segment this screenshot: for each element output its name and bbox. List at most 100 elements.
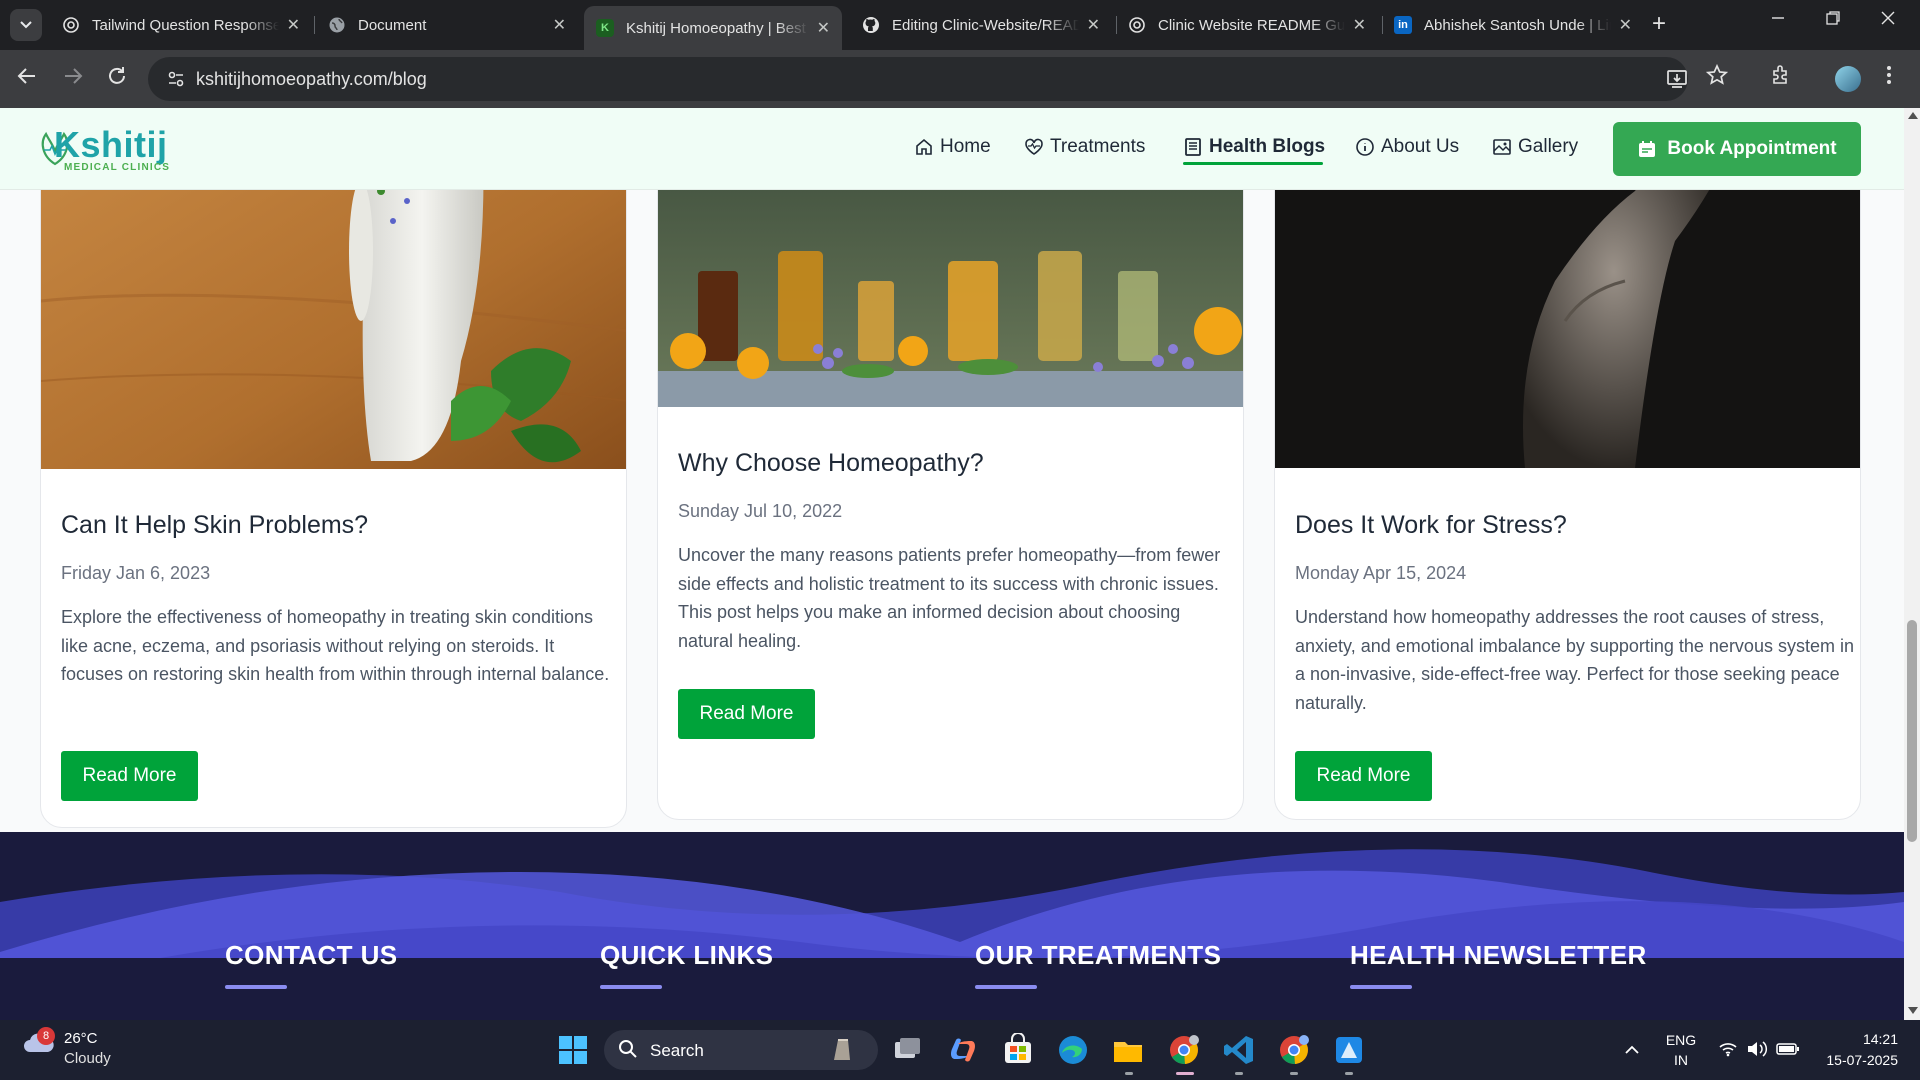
volume-icon[interactable]	[1746, 1040, 1768, 1058]
minimize-window-icon[interactable]	[1770, 10, 1786, 31]
search-highlight-icon	[834, 1039, 850, 1060]
copilot-icon[interactable]	[946, 1033, 980, 1067]
tab-label: Abhishek Santosh Unde | LinkedIn	[1424, 16, 1611, 34]
search-icon	[619, 1040, 637, 1058]
close-tab-icon[interactable]: ✕	[287, 15, 300, 35]
logo-subtitle: MEDICAL CLINICS	[64, 162, 171, 173]
running-indicator	[1290, 1072, 1298, 1075]
footer-heading: QUICK LINKS	[600, 940, 774, 970]
nav-about-us[interactable]: About Us	[1355, 136, 1459, 158]
chatgpt-icon	[62, 16, 80, 34]
chrome-profile-icon[interactable]	[1277, 1033, 1311, 1067]
footer-contact-us: CONTACT US	[225, 940, 398, 989]
chatgpt-icon	[1128, 16, 1146, 34]
close-tab-icon[interactable]: ✕	[1353, 15, 1366, 35]
blog-card-excerpt: Understand how homeopathy addresses the …	[1295, 607, 1854, 713]
close-tab-icon[interactable]: ✕	[1619, 15, 1632, 35]
microsoft-store-icon[interactable]	[1001, 1033, 1035, 1067]
footer-heading-underline	[225, 985, 287, 989]
weather-description[interactable]: Cloudy	[64, 1050, 111, 1067]
book-appointment-button[interactable]: Book Appointment	[1613, 122, 1861, 176]
forward-button[interactable]	[62, 65, 84, 93]
restore-window-icon[interactable]	[1825, 10, 1841, 31]
tab-clinic-readme-guide[interactable]: Clinic Website README Guide ✕	[1116, 6, 1378, 44]
show-hidden-icons-chevron-icon[interactable]	[1624, 1043, 1640, 1055]
language-indicator-bottom[interactable]: IN	[1665, 1052, 1697, 1068]
close-tab-icon[interactable]: ✕	[1087, 15, 1100, 35]
tab-github-readme[interactable]: Editing Clinic-Website/README ✕	[850, 6, 1112, 44]
app-icon[interactable]	[1332, 1033, 1366, 1067]
nav-label: Gallery	[1518, 136, 1579, 157]
reload-icon	[109, 67, 125, 84]
blog-card-stress: Does It Work for Stress? Monday Apr 15, …	[1274, 108, 1861, 820]
running-indicator	[1125, 1072, 1133, 1075]
wifi-icon[interactable]	[1718, 1041, 1738, 1057]
blog-card-title[interactable]: Why Choose Homeopathy?	[678, 449, 984, 478]
install-app-icon[interactable]	[1666, 68, 1688, 96]
vscode-icon[interactable]	[1222, 1033, 1256, 1067]
kshitij-logo[interactable]: Kshitij MEDICAL CLINICS	[40, 124, 190, 174]
tab-kshitij-homoeopathy[interactable]: K Kshitij Homoeopathy | Best Homoeopathy…	[584, 6, 842, 50]
running-indicator	[1345, 1072, 1353, 1075]
search-label: Search	[650, 1041, 704, 1060]
extensions-icon[interactable]	[1770, 64, 1792, 92]
blog-card-title[interactable]: Can It Help Skin Problems?	[61, 511, 368, 540]
blog-card-title[interactable]: Does It Work for Stress?	[1295, 511, 1567, 540]
close-window-icon[interactable]	[1880, 10, 1896, 31]
nav-treatments[interactable]: Treatments	[1024, 136, 1145, 158]
close-tab-icon[interactable]: ✕	[817, 18, 830, 38]
nav-home[interactable]: Home	[914, 136, 991, 158]
footer-heading-underline	[1350, 985, 1412, 989]
taskbar-search-box[interactable]: Search	[604, 1030, 878, 1070]
home-icon	[916, 138, 932, 155]
clock-date[interactable]: 15-07-2025	[1808, 1052, 1898, 1068]
file-explorer-icon[interactable]	[1111, 1033, 1145, 1067]
read-more-button[interactable]: Read More	[678, 689, 815, 739]
page-scrollbar[interactable]	[1904, 108, 1920, 1020]
gallery-icon	[1493, 139, 1511, 155]
tab-label: Editing Clinic-Website/README	[892, 16, 1079, 34]
tab-search-button[interactable]	[10, 9, 42, 41]
clock-time[interactable]: 14:21	[1818, 1031, 1898, 1047]
book-appointment-label: Book Appointment	[1667, 138, 1837, 159]
read-more-button[interactable]: Read More	[1295, 751, 1432, 801]
address-bar[interactable]: kshitijhomoeopathy.com/blog	[148, 57, 1688, 101]
more-menu-icon[interactable]	[1886, 64, 1892, 92]
back-button[interactable]	[16, 65, 38, 93]
weather-temperature[interactable]: 26°C	[64, 1030, 98, 1047]
tab-linkedin-profile[interactable]: in Abhishek Santosh Unde | LinkedIn ✕	[1382, 6, 1644, 44]
nav-label: Home	[940, 136, 991, 157]
page-viewport: Can It Help Skin Problems? Friday Jan 6,…	[0, 108, 1904, 1020]
read-more-button[interactable]: Read More	[61, 751, 198, 801]
tab-document[interactable]: Document ✕	[316, 6, 578, 44]
url-text[interactable]: kshitijhomoeopathy.com/blog	[196, 69, 427, 90]
scroll-up-arrow-icon[interactable]	[1908, 112, 1918, 119]
close-tab-icon[interactable]: ✕	[553, 15, 566, 35]
new-tab-button[interactable]: +	[1652, 10, 1666, 38]
profile-avatar[interactable]	[1835, 66, 1861, 92]
blog-card-excerpt: Explore the effectiveness of homeopathy …	[61, 607, 610, 684]
tab-tailwind-question[interactable]: Tailwind Question Response ✕	[50, 6, 312, 44]
nav-gallery[interactable]: Gallery	[1492, 136, 1578, 158]
blog-card-date: Monday Apr 15, 2024	[1295, 563, 1467, 583]
blog-card-date: Friday Jan 6, 2023	[61, 563, 211, 583]
reload-button[interactable]	[106, 65, 128, 93]
task-view-icon[interactable]	[890, 1033, 924, 1067]
scroll-down-arrow-icon[interactable]	[1908, 1007, 1918, 1014]
nav-health-blogs[interactable]: Health Blogs	[1183, 136, 1325, 158]
language-indicator-top[interactable]: ENG	[1665, 1032, 1697, 1048]
scrollbar-thumb[interactable]	[1907, 620, 1917, 842]
windows-start-icon[interactable]	[556, 1033, 590, 1067]
footer-our-treatments: OUR TREATMENTS	[975, 940, 1221, 989]
bookmark-star-icon[interactable]	[1705, 63, 1729, 92]
blog-card-why-homeopathy: Why Choose Homeopathy? Sunday Jul 10, 20…	[657, 108, 1244, 820]
battery-icon[interactable]	[1776, 1041, 1800, 1057]
tab-label: Kshitij Homoeopathy | Best Homoeopathy	[626, 19, 809, 37]
edge-browser-icon[interactable]	[1056, 1033, 1090, 1067]
chrome-icon[interactable]	[1167, 1033, 1201, 1067]
site-settings-icon[interactable]	[166, 69, 186, 89]
arrow-left-icon	[17, 68, 35, 84]
github-icon	[862, 16, 880, 34]
linkedin-icon: in	[1394, 16, 1412, 34]
footer-quick-links: QUICK LINKS	[600, 940, 773, 989]
